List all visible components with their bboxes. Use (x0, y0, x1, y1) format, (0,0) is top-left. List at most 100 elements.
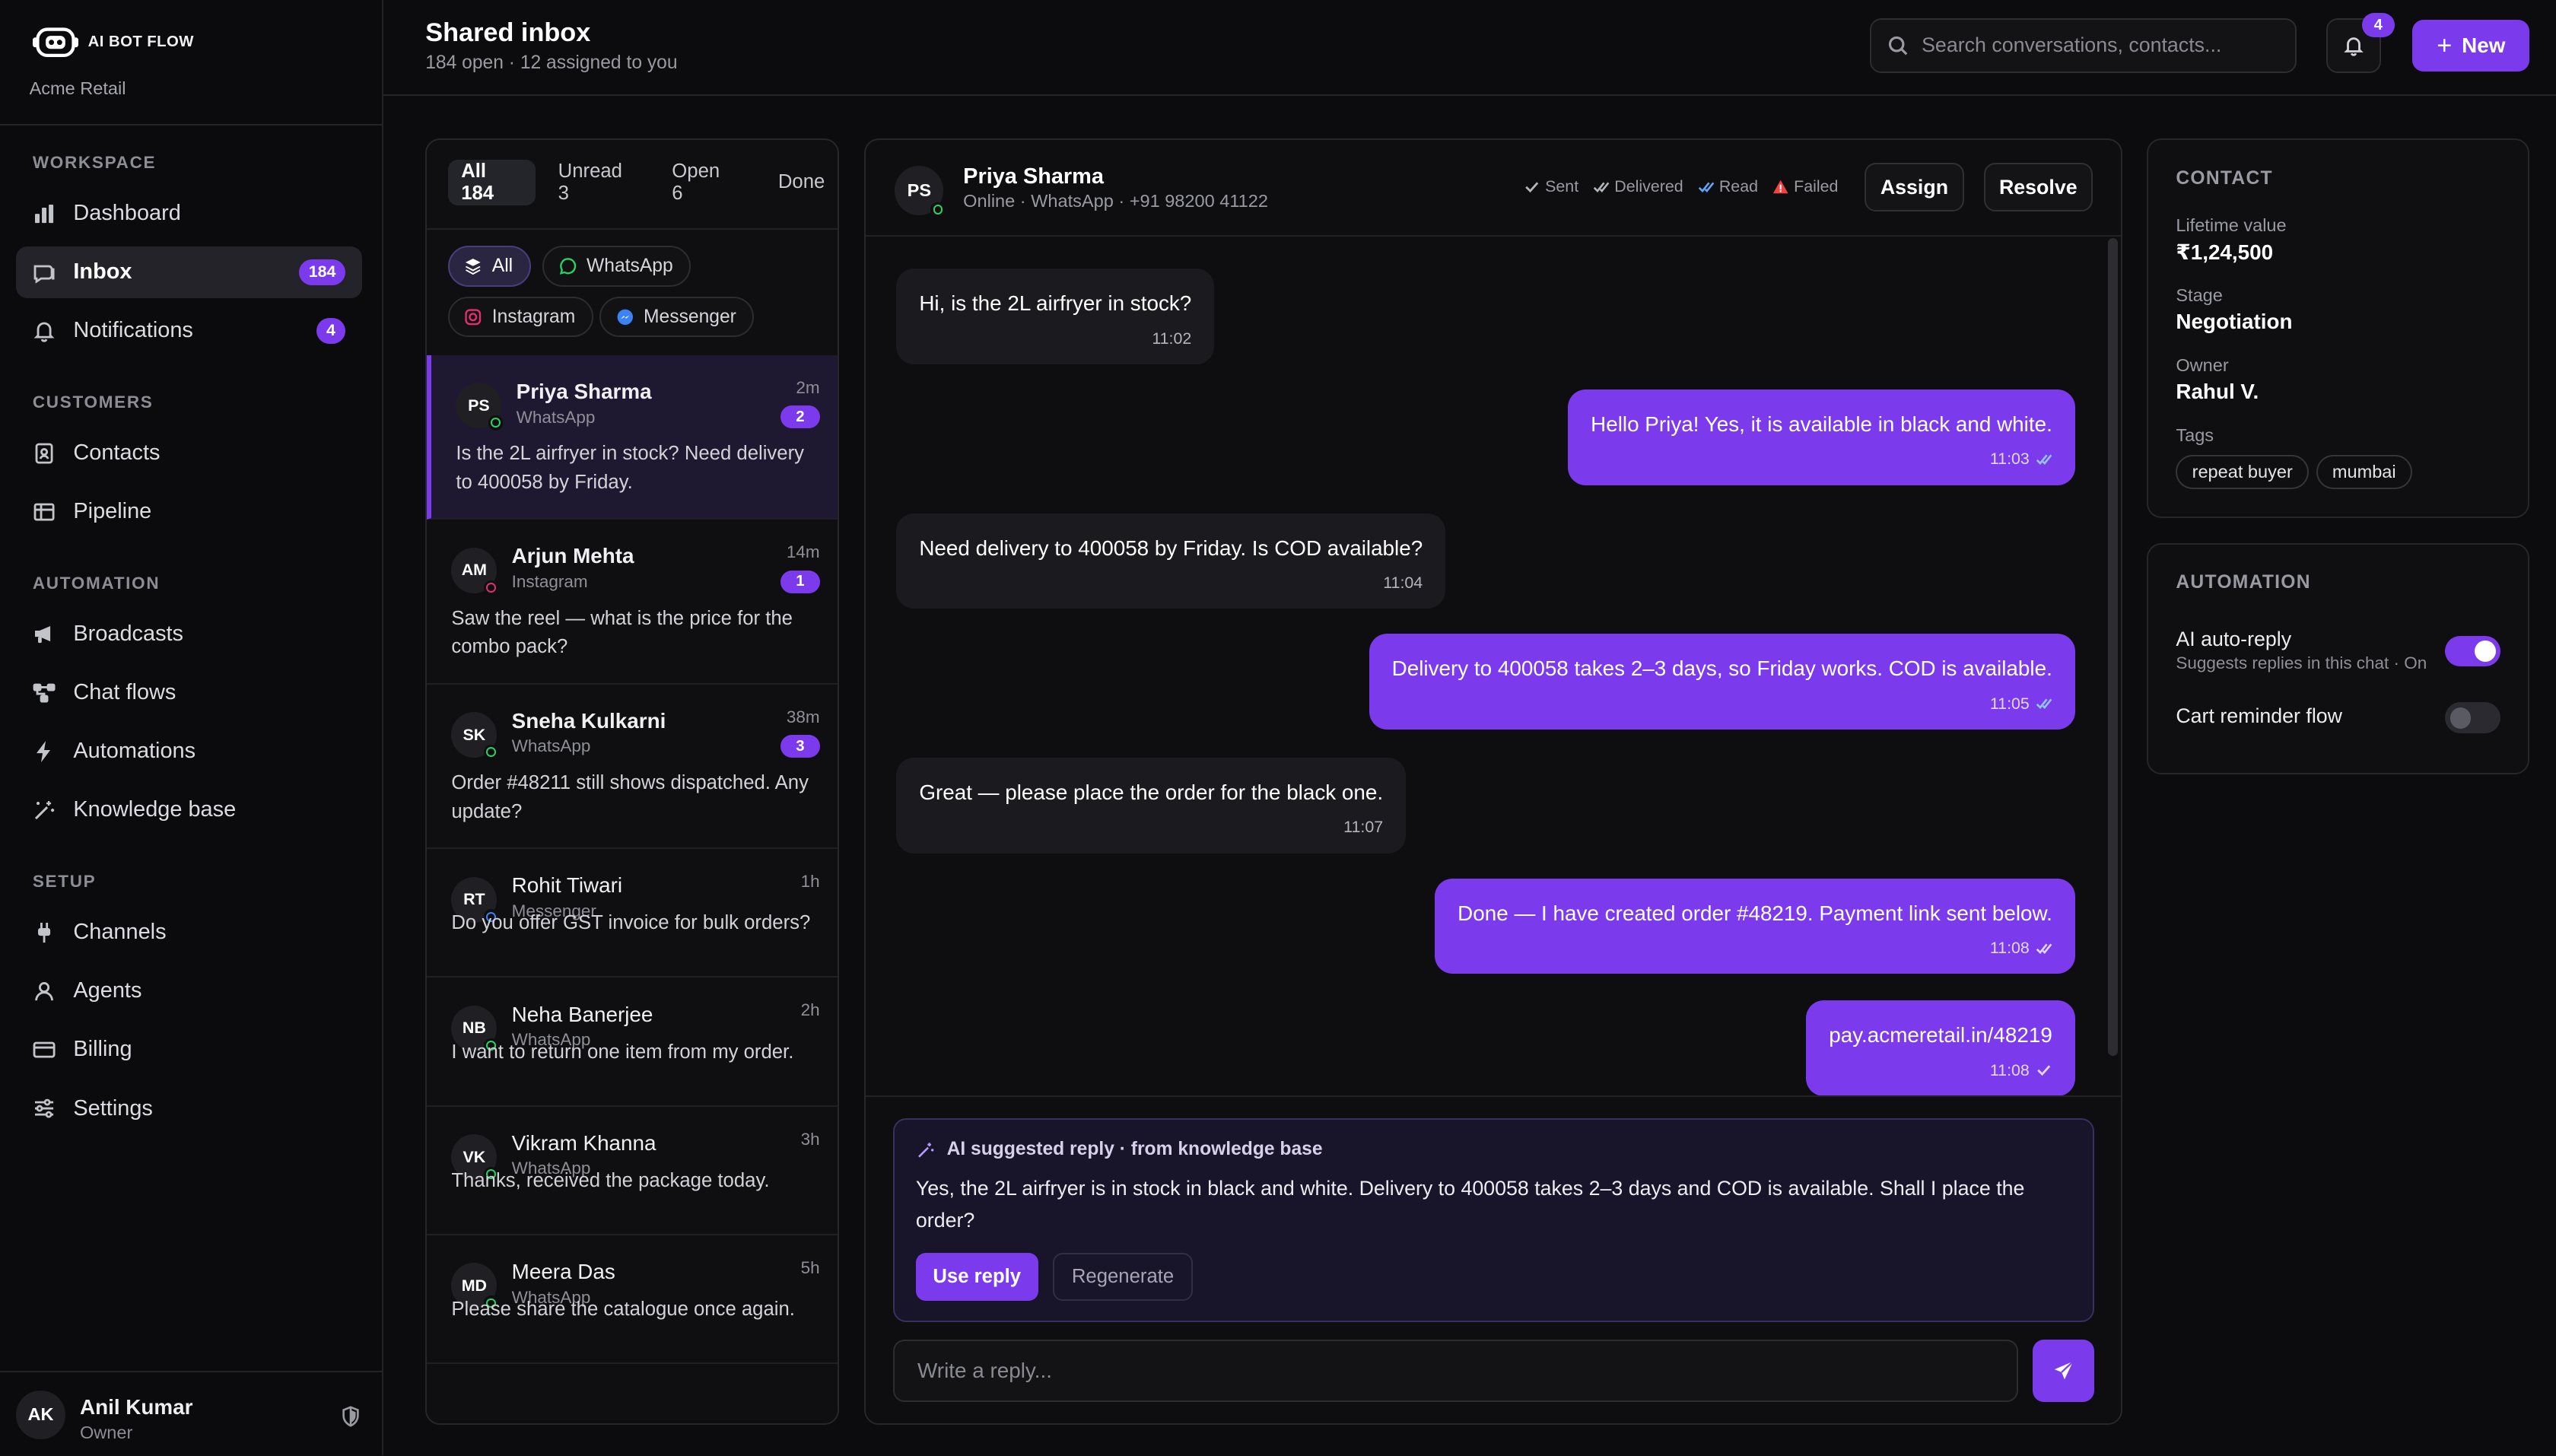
tag[interactable]: repeat buyer (2176, 454, 2310, 489)
sidebar-item-pipeline[interactable]: Pipeline (16, 486, 361, 539)
check-icon (1525, 182, 1539, 193)
regenerate-button[interactable]: Regenerate (1052, 1253, 1194, 1301)
avatar[interactable]: PS (895, 166, 946, 217)
sidebar-item-knowledge-base[interactable]: Knowledge base (16, 784, 361, 837)
tab-all[interactable]: All 184 (448, 159, 536, 205)
search-box[interactable] (1869, 17, 2297, 74)
owner-label: Owner (2176, 354, 2229, 375)
conversation-item[interactable]: PS Priya Sharma WhatsApp 2m 2 Is the 2L airfr… (427, 354, 838, 520)
new-button[interactable]: + New (2412, 19, 2530, 72)
tags-label: Tags (2176, 425, 2214, 446)
resolve-button[interactable]: Resolve (1983, 163, 2093, 212)
unread-badge: 1 (780, 570, 820, 593)
conversation-name: Sneha Kulkarni (511, 708, 666, 733)
conversation-preview: Thanks, received the package today. (451, 1170, 770, 1191)
tab-unread[interactable]: Unread 3 (545, 160, 650, 205)
avatar-initials: VK (463, 1147, 486, 1166)
instagram-icon (465, 309, 482, 326)
message-text: Delivery to 400058 takes 2–3 days, so Fr… (1391, 656, 2052, 681)
avatar: SK (451, 712, 499, 760)
whatsapp-icon (930, 202, 946, 217)
user-profile[interactable]: AK Anil Kumar Owner (0, 1371, 382, 1455)
flow-icon (31, 680, 57, 706)
conversation-preview: Saw the reel — what is the price for the… (451, 607, 793, 658)
message-incoming: Hi, is the 2L airfryer in stock? 11:02 (896, 269, 1215, 365)
ai-suggestion-text: Yes, the 2L airfryer is in stock in blac… (915, 1177, 2025, 1232)
sidebar-item-label: Channels (73, 920, 167, 945)
conversation-time: 3h (800, 1129, 820, 1149)
conversation-item[interactable]: AM Arjun Mehta Instagram 14m 1 Saw the reel —… (427, 520, 838, 685)
conversation-item[interactable]: NB Neha Banerjee WhatsApp 2h I want to retur… (427, 978, 838, 1107)
contact-name: Priya Sharma (963, 164, 1104, 189)
automation-card: AUTOMATION AI auto-reply Suggests replie… (2146, 542, 2530, 774)
notifications-button[interactable]: 4 (2326, 13, 2395, 74)
avatar-initials: MD (461, 1276, 487, 1295)
conversation-item[interactable]: MD Meera Das WhatsApp 5h Please share the ca… (427, 1235, 838, 1365)
sidebar-item-broadcasts[interactable]: Broadcasts (16, 608, 361, 660)
user-name: Anil Kumar (79, 1395, 193, 1419)
conversation-item[interactable]: SK Sneha Kulkarni WhatsApp 38m 3 Order #48211… (427, 685, 838, 850)
filter-chip-whatsapp[interactable]: WhatsApp (542, 246, 691, 287)
brand-name: AI BOT FLOW (87, 33, 194, 51)
shield-icon[interactable] (339, 1405, 362, 1428)
reply-box[interactable] (893, 1340, 2018, 1402)
card-title: CONTACT (2176, 167, 2273, 189)
send-button[interactable] (2032, 1340, 2095, 1402)
read-check-icon (2036, 454, 2052, 465)
chip-label: Messenger (644, 306, 736, 327)
conversation-preview: Is the 2L airfryer in stock? Need delive… (456, 443, 804, 493)
assign-button[interactable]: Assign (1865, 163, 1964, 212)
filter-chip-messenger[interactable]: Messenger (599, 296, 755, 338)
sidebar-item-label: Contacts (73, 440, 161, 466)
count-badge: 4 (316, 317, 346, 345)
search-input[interactable] (1922, 33, 2281, 58)
message-time: 11:02 (1152, 329, 1192, 348)
workspace-name[interactable]: Acme Retail (30, 78, 126, 99)
sidebar-item-inbox[interactable]: Inbox 184 (16, 246, 362, 299)
use-reply-button[interactable]: Use reply (915, 1253, 1038, 1301)
owner-value[interactable]: Rahul V. (2176, 380, 2259, 404)
scrollbar[interactable] (2107, 237, 2118, 1057)
ai-suggestion-header: AI suggested reply · from knowledge base (916, 1139, 1323, 1160)
tag[interactable]: mumbai (2316, 454, 2412, 489)
brand[interactable]: AI BOT FLOW (32, 23, 194, 62)
count-badge: 184 (298, 259, 346, 285)
conversation-preview: Order #48211 still shows dispatched. Any… (451, 772, 809, 822)
lifetime-value-label: Lifetime value (2176, 215, 2287, 235)
bell-icon (2344, 37, 2364, 56)
user-role: Owner (79, 1423, 133, 1443)
warning-icon (1773, 180, 1788, 194)
double-check-icon (2036, 943, 2052, 954)
messenger-icon (617, 309, 633, 325)
conversation-preview: Do you offer GST invoice for bulk orders… (451, 912, 811, 934)
divider (865, 1095, 2121, 1097)
conversation-time: 38m (786, 707, 820, 726)
ai-auto-reply-toggle[interactable] (2445, 635, 2501, 667)
filter-chip-instagram[interactable]: Instagram (448, 296, 593, 338)
sidebar-item-channels[interactable]: Channels (16, 906, 361, 958)
filter-chip-all[interactable]: All (448, 246, 531, 287)
stage-value[interactable]: Negotiation (2176, 310, 2292, 334)
sidebar-item-agents[interactable]: Agents (16, 965, 361, 1017)
cart-reminder-toggle[interactable] (2445, 702, 2501, 734)
sidebar-item-dashboard[interactable]: Dashboard (16, 187, 361, 240)
sidebar-item-contacts[interactable]: Contacts (16, 427, 361, 479)
sidebar-item-settings[interactable]: Settings (16, 1082, 361, 1135)
tab-open[interactable]: Open 6 (659, 160, 747, 205)
sidebar-item-notifications[interactable]: Notifications 4 (16, 305, 361, 358)
ai-auto-reply-label: AI auto-reply (2176, 627, 2292, 650)
sidebar-item-automations[interactable]: Automations (16, 726, 361, 778)
avatar: AM (451, 547, 499, 595)
conversation-item[interactable]: VK Vikram Khanna WhatsApp 3h Thanks, receive… (427, 1107, 838, 1235)
sidebar-item-chat-flows[interactable]: Chat flows (16, 666, 361, 719)
sidebar-item-billing[interactable]: Billing (16, 1024, 361, 1076)
conversation-item[interactable]: RT Rohit Tiwari Messenger 1h Do you offer GS… (427, 849, 838, 978)
reply-input[interactable] (917, 1341, 2017, 1400)
message-time: 11:04 (1383, 574, 1423, 593)
section-label-setup: SETUP (32, 872, 97, 892)
message-text[interactable]: pay.acmeretail.in/48219 (1829, 1022, 2052, 1049)
message-outgoing: pay.acmeretail.in/48219 11:08 (1806, 1000, 2075, 1095)
conversation-time: 2m (796, 377, 820, 397)
tab-done[interactable]: Done (757, 160, 838, 205)
section-label-automation: AUTOMATION (32, 574, 161, 593)
